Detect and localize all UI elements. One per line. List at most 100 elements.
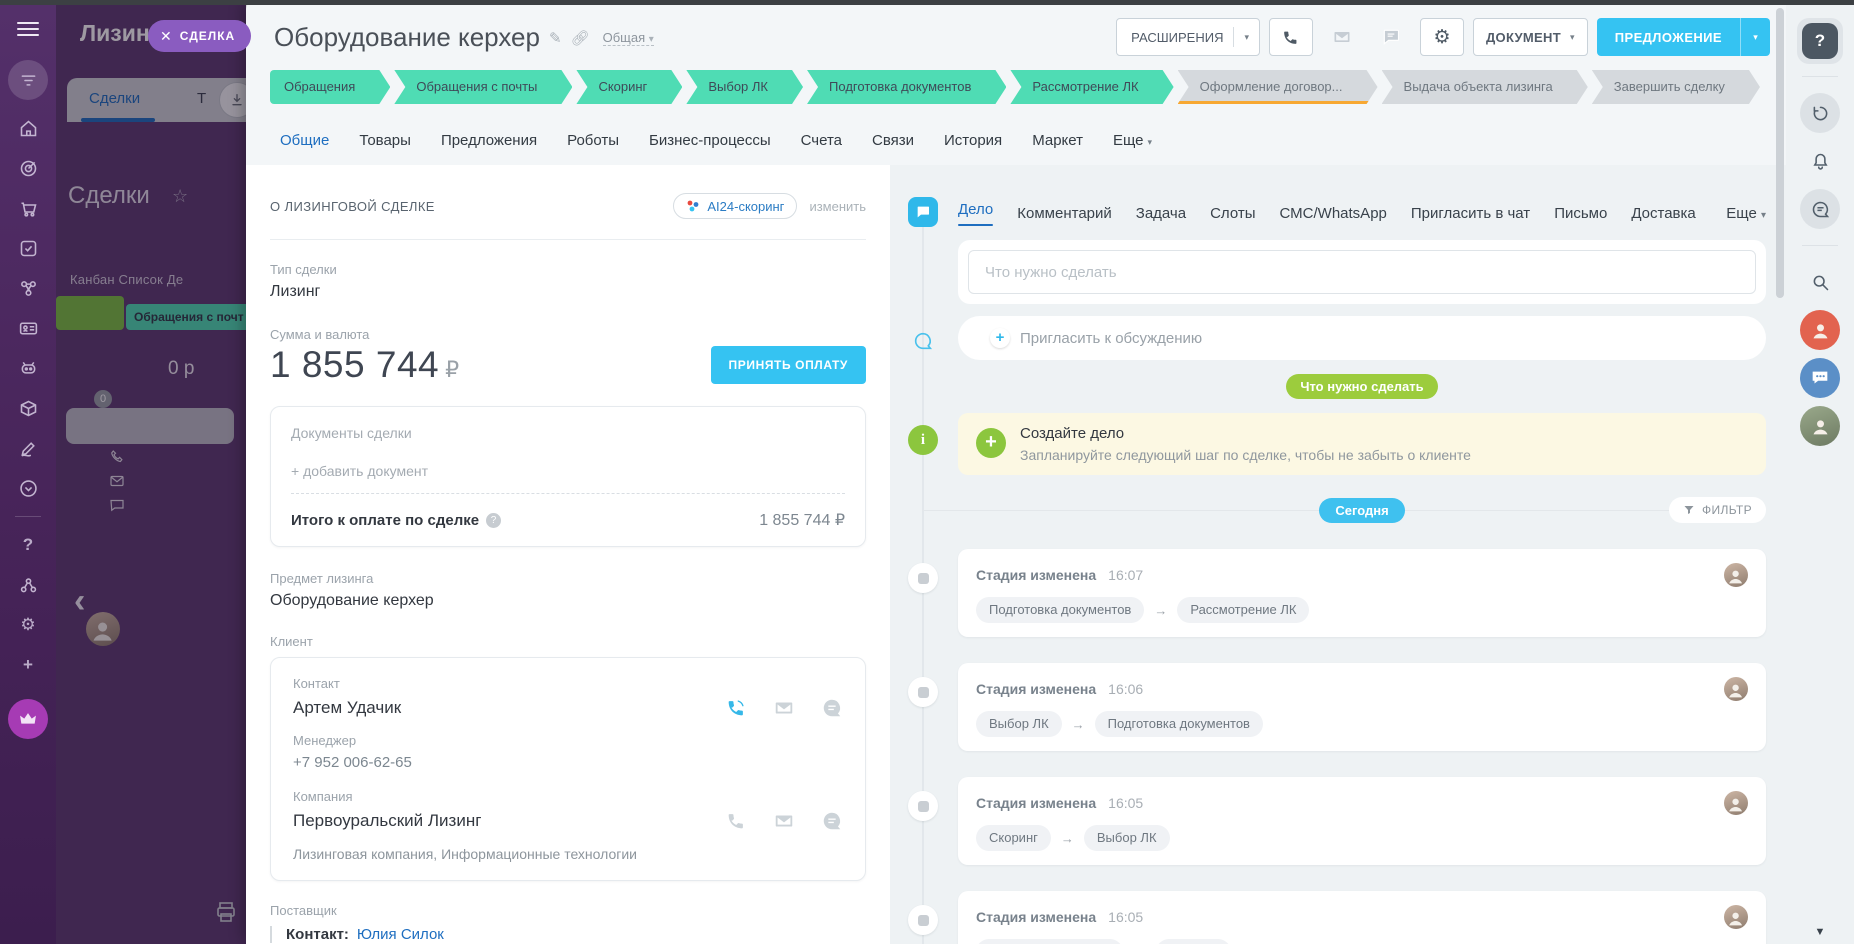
stage-chip[interactable]: Подготовка документов [807, 70, 1006, 104]
stage-chip[interactable]: Выдача объекта лизинга [1382, 70, 1588, 104]
amount-label: Сумма и валюта [270, 327, 370, 342]
crm-funnel-icon[interactable] [8, 60, 48, 100]
menu-hamburger-icon[interactable] [17, 18, 39, 40]
tab-delivery[interactable]: Доставка [1631, 205, 1695, 222]
deal-amount[interactable]: 1 855 744 ₽ [270, 344, 460, 386]
mail-button[interactable] [1322, 18, 1362, 56]
messenger-button[interactable] [1800, 189, 1840, 229]
stage-chip[interactable]: Обращения [270, 70, 390, 104]
todo-input[interactable] [968, 250, 1756, 294]
filter-button[interactable]: ФИЛЬТР [1668, 497, 1766, 523]
network-icon[interactable] [8, 268, 48, 308]
deal-type-value[interactable]: Лизинг [270, 283, 866, 301]
tab-more-label: Еще [1112, 132, 1144, 149]
sign-pen-icon[interactable] [8, 428, 48, 468]
scrollbar-thumb[interactable] [1776, 8, 1784, 298]
user-avatar[interactable] [1800, 406, 1840, 446]
stage-chip[interactable]: Обращения с почты [394, 70, 572, 104]
tab-task[interactable]: Задача [1136, 205, 1186, 222]
stage-chip[interactable]: Выбор ЛК [686, 70, 803, 104]
tab-robots[interactable]: Роботы [567, 132, 619, 149]
contact-name[interactable]: Артем Удачик [293, 698, 401, 718]
tab-letter[interactable]: Письмо [1554, 205, 1607, 222]
history-button[interactable] [1800, 93, 1840, 133]
company-name[interactable]: Первоуральский Лизинг [293, 811, 481, 831]
group-chat-button[interactable] [1800, 358, 1840, 398]
add-activity-icon[interactable]: + [976, 428, 1006, 458]
cart-icon[interactable] [8, 188, 48, 228]
tab-products[interactable]: Товары [359, 132, 411, 149]
mail-contact-icon[interactable] [773, 697, 795, 719]
call-contact-icon[interactable] [725, 697, 747, 719]
timeline-card[interactable]: Стадия изменена 16:07 Подготовка докумен… [908, 549, 1766, 637]
scrollbar[interactable] [1776, 8, 1784, 938]
timeline-card[interactable]: Стадия изменена 16:06 Выбор ЛК → Подгото… [908, 663, 1766, 751]
tab-general[interactable]: Общие [280, 132, 329, 149]
subject-value[interactable]: Оборудование керхер [270, 592, 866, 610]
add-document-link[interactable]: + добавить документ [291, 463, 845, 479]
settings-gear-icon[interactable]: ⚙ [8, 605, 48, 645]
invite-discussion-bar[interactable]: + Пригласить к обсуждению [914, 316, 1766, 360]
document-button[interactable]: ДОКУМЕНТ ▾ [1472, 18, 1588, 56]
call-company-icon[interactable] [725, 810, 747, 832]
help-circle-icon[interactable]: ? [8, 525, 48, 565]
tab-market[interactable]: Маркет [1032, 132, 1083, 149]
proposal-dropdown-button[interactable]: ▾ [1740, 18, 1770, 56]
help-question-icon[interactable]: ? [486, 512, 502, 528]
add-plus-icon[interactable]: + [8, 645, 48, 685]
scroll-down-arrow-icon[interactable]: ▼ [1815, 926, 1826, 938]
manager-phone[interactable]: +7 952 006-62-65 [293, 754, 843, 771]
tab-slots[interactable]: Слоты [1210, 205, 1255, 222]
chat-company-icon[interactable] [821, 810, 843, 832]
tab-activity[interactable]: Дело [958, 201, 993, 226]
stage-chip[interactable]: Завершить сделку [1592, 70, 1760, 104]
package-icon[interactable] [8, 388, 48, 428]
tab-more[interactable]: Еще ▾ [1113, 132, 1152, 149]
tab-comment[interactable]: Комментарий [1017, 205, 1111, 222]
tab-quotes[interactable]: Предложения [441, 132, 537, 149]
tab-invoices[interactable]: Счета [801, 132, 842, 149]
target-icon[interactable] [8, 148, 48, 188]
call-button[interactable] [1268, 18, 1313, 56]
tab-bizproc[interactable]: Бизнес-процессы [649, 132, 771, 149]
robot-icon[interactable] [8, 348, 48, 388]
chevron-down-circle-icon[interactable] [8, 468, 48, 508]
supplier-contact-label: Контакт: [286, 926, 349, 943]
search-button[interactable] [1800, 262, 1840, 302]
tab-sms[interactable]: СМС/WhatsApp [1280, 205, 1387, 222]
extensions-button[interactable]: РАСШИРЕНИЯ ▾ [1116, 18, 1260, 56]
supplier-contact-name[interactable]: Юлия Силок [357, 926, 444, 943]
edit-link[interactable]: изменить [809, 199, 866, 214]
mail-company-icon[interactable] [773, 810, 795, 832]
tab-links[interactable]: Связи [872, 132, 914, 149]
accept-payment-button[interactable]: ПРИНЯТЬ ОПЛАТУ [710, 346, 866, 384]
tab-more[interactable]: Еще ▾ [1726, 205, 1766, 222]
today-pill[interactable]: Сегодня [1319, 497, 1405, 523]
settings-button[interactable]: ⚙ [1419, 18, 1464, 56]
stage-to-chip: Подготовка документов [1094, 711, 1263, 737]
add-participant-icon[interactable]: + [990, 328, 1010, 348]
stage-chip[interactable]: Скоринг [576, 70, 682, 104]
timeline-card[interactable]: Стадия изменена 16:05 Обращения с почты … [908, 891, 1766, 944]
pipeline-selector[interactable]: Общая ▾ [602, 30, 654, 46]
slider-close-button[interactable]: ✕ СДЕЛКА [148, 20, 252, 52]
tab-invite-chat[interactable]: Пригласить в чат [1411, 205, 1530, 222]
timeline-card[interactable]: Стадия изменена 16:05 Скоринг → Выбор ЛК [908, 777, 1766, 865]
structure-icon[interactable] [8, 565, 48, 605]
stage-chip[interactable]: Оформление договор... [1178, 70, 1378, 104]
chat-button[interactable] [1371, 18, 1411, 56]
notifications-button[interactable] [1800, 141, 1840, 181]
tab-history[interactable]: История [944, 132, 1002, 149]
contacts-card-icon[interactable] [8, 308, 48, 348]
proposal-button[interactable]: ПРЕДЛОЖЕНИЕ [1596, 18, 1740, 56]
copy-link-icon[interactable]: 🔗︎ [571, 29, 590, 47]
chat-contact-icon[interactable] [821, 697, 843, 719]
ai-scoring-badge[interactable]: AI24-скоринг [673, 193, 798, 219]
home-icon[interactable] [8, 108, 48, 148]
edit-pencil-icon[interactable]: ✎ [549, 29, 562, 47]
user-avatar[interactable] [1800, 310, 1840, 350]
stage-chip[interactable]: Рассмотрение ЛК [1010, 70, 1173, 104]
help-button[interactable]: ? [1797, 18, 1843, 64]
tasks-checkbox-icon[interactable] [8, 228, 48, 268]
upgrade-crown-icon[interactable] [8, 699, 48, 739]
